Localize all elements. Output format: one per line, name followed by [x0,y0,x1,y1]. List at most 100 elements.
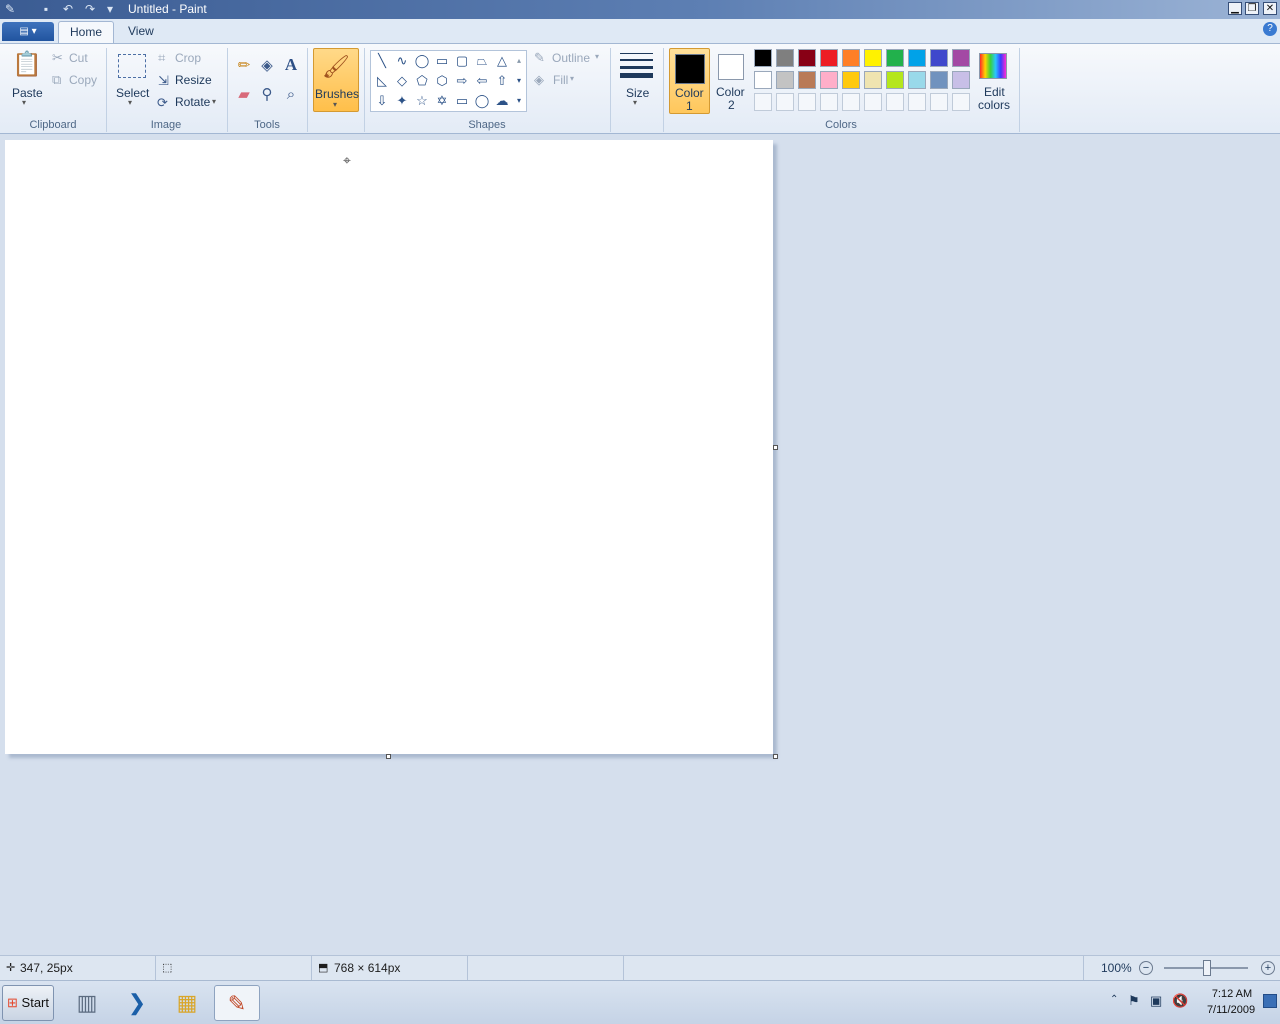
palette-swatch[interactable] [842,71,860,89]
action-center-flag-icon[interactable]: ⚑ [1128,993,1140,1009]
oval-shape-icon[interactable]: ◯ [413,52,431,70]
text-icon[interactable]: A [282,56,300,73]
undo-icon[interactable]: ↶ [60,2,76,16]
outline-button[interactable]: Outline [552,51,590,65]
powershell-icon[interactable]: ❯ [114,985,160,1021]
palette-swatch[interactable] [842,49,860,67]
palette-swatch[interactable] [930,49,948,67]
network-icon[interactable]: ▣ [1150,993,1162,1009]
select-button[interactable]: Select [116,86,149,100]
help-icon[interactable]: ? [1263,22,1277,36]
close-button[interactable]: ✕ [1263,2,1277,15]
line-shape-icon[interactable]: ╲ [373,52,391,70]
select-icon[interactable] [118,54,146,78]
explorer-folder-icon[interactable]: ▦ [164,985,210,1021]
custom-color-slot[interactable] [798,93,816,111]
palette-swatch[interactable] [820,71,838,89]
customize-quick-access-icon[interactable]: ▾ [102,2,118,16]
palette-swatch[interactable] [798,49,816,67]
copy-button[interactable]: Copy [69,73,97,87]
custom-color-slot[interactable] [864,93,882,111]
resize-button[interactable]: Resize [175,73,212,87]
custom-color-slot[interactable] [886,93,904,111]
palette-swatch[interactable] [908,49,926,67]
rotate-chevron-down-icon[interactable]: ▾ [212,97,216,106]
drawing-canvas[interactable]: ⌖ [5,140,773,754]
volume-muted-icon[interactable]: 🔇 [1172,993,1188,1009]
paste-button[interactable]: Paste [12,86,43,100]
four-point-star-shape-icon[interactable]: ✦ [393,92,411,110]
show-desktop-button[interactable] [1263,994,1277,1008]
palette-swatch[interactable] [754,49,772,67]
tab-home[interactable]: Home [58,21,115,43]
palette-swatch[interactable] [930,71,948,89]
right-triangle-shape-icon[interactable]: ◺ [373,72,391,90]
server-manager-icon[interactable]: ▥ [64,985,110,1021]
palette-swatch[interactable] [952,71,970,89]
down-arrow-shape-icon[interactable]: ⇩ [373,92,391,110]
hexagon-shape-icon[interactable]: ⬡ [433,72,451,90]
palette-swatch[interactable] [952,49,970,67]
color2-label[interactable]: Color [716,85,745,99]
rotate-button[interactable]: Rotate [175,95,210,109]
restore-button[interactable]: ❐ [1245,2,1259,15]
palette-swatch[interactable] [864,49,882,67]
triangle-shape-icon[interactable]: △ [493,52,511,70]
paint-taskbar-icon[interactable]: ✎ [214,985,260,1021]
shapes-expand-icon[interactable]: ▾ [513,92,525,110]
up-arrow-shape-icon[interactable]: ⇧ [493,72,511,90]
fill-chevron-down-icon[interactable]: ▾ [570,74,574,83]
magnifier-icon[interactable]: ⌕ [282,87,300,102]
size-chevron-down-icon[interactable]: ▾ [633,98,637,107]
custom-color-slot[interactable] [908,93,926,111]
custom-color-slot[interactable] [754,93,772,111]
clock-date[interactable]: 7/11/2009 [1202,1004,1260,1016]
fill-with-color-icon[interactable]: ◈ [258,58,276,73]
crop-button[interactable]: Crop [175,51,201,65]
shapes-scroll-up-icon[interactable]: ▴ [513,52,525,70]
brushes-button[interactable]: 🖌 Brushes ▾ [313,48,359,112]
color1-button[interactable]: Color 1 [669,48,710,114]
left-arrow-shape-icon[interactable]: ⇦ [473,72,491,90]
edit-colors-icon[interactable] [979,53,1007,79]
diamond-shape-icon[interactable]: ◇ [393,72,411,90]
minimize-button[interactable]: ▁ [1228,2,1242,15]
palette-swatch[interactable] [864,71,882,89]
zoom-out-button[interactable]: − [1139,961,1153,975]
rectangle-shape-icon[interactable]: ▭ [433,52,451,70]
palette-swatch[interactable] [886,71,904,89]
six-point-star-shape-icon[interactable]: ✡ [433,92,451,110]
custom-color-slot[interactable] [842,93,860,111]
zoom-slider-thumb[interactable] [1203,960,1211,976]
size-button[interactable]: Size [626,86,649,100]
show-hidden-icons-icon[interactable]: ⌃ [1110,994,1118,1005]
outline-chevron-down-icon[interactable]: ▾ [595,52,599,61]
oval-callout-shape-icon[interactable]: ◯ [473,92,491,110]
fill-button[interactable]: Fill [553,73,568,87]
edit-colors-label-line1[interactable]: Edit [984,85,1005,99]
resize-handle-corner[interactable] [773,754,778,759]
edit-colors-label-line2[interactable]: colors [978,98,1010,112]
paste-icon[interactable]: 📋 [12,50,42,82]
rounded-rectangle-shape-icon[interactable]: ▢ [453,52,471,70]
cut-button[interactable]: Cut [69,51,88,65]
custom-color-slot[interactable] [776,93,794,111]
tab-view[interactable]: View [117,21,165,43]
custom-color-slot[interactable] [952,93,970,111]
five-point-star-shape-icon[interactable]: ☆ [413,92,431,110]
size-lines-icon[interactable] [620,51,653,79]
palette-swatch[interactable] [820,49,838,67]
zoom-in-button[interactable]: + [1261,961,1275,975]
custom-color-slot[interactable] [930,93,948,111]
color-picker-icon[interactable]: ⚲ [258,87,276,102]
right-arrow-shape-icon[interactable]: ⇨ [453,72,471,90]
custom-color-slot[interactable] [820,93,838,111]
save-icon[interactable]: ▪ [38,2,54,16]
palette-swatch[interactable] [754,71,772,89]
palette-swatch[interactable] [908,71,926,89]
palette-swatch[interactable] [776,49,794,67]
clock-time[interactable]: 7:12 AM [1206,988,1258,1000]
start-button[interactable]: ⊞ Start [2,985,54,1021]
paste-chevron-down-icon[interactable]: ▾ [22,98,26,107]
cloud-callout-shape-icon[interactable]: ☁ [493,92,511,110]
